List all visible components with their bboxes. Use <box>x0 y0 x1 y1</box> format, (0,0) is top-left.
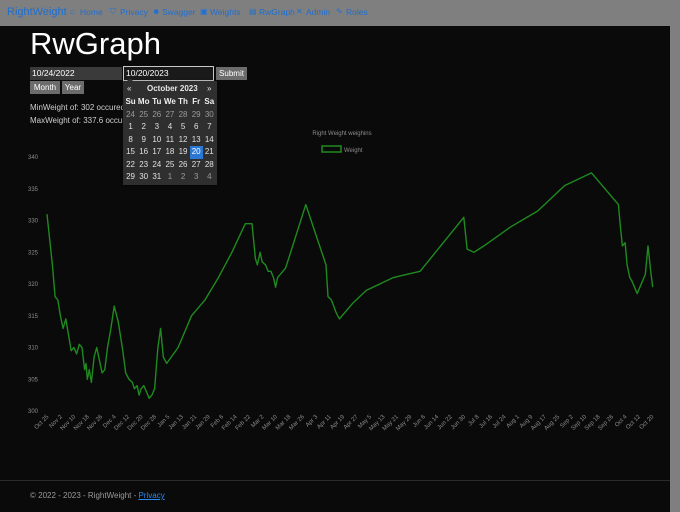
x-tick-label: Aug 25 <box>544 414 562 432</box>
y-tick-label: 315 <box>28 314 39 320</box>
calendar-day[interactable]: 14 <box>203 134 216 147</box>
footer-text: © 2022 - 2023 - RightWeight - <box>30 491 139 500</box>
calendar-day[interactable]: 7 <box>203 121 216 134</box>
day-of-week-label: Mo <box>137 97 150 106</box>
calendar-day[interactable]: 22 <box>124 159 137 172</box>
day-of-week-label: We <box>164 97 176 106</box>
day-of-week-label: Tu <box>152 97 162 106</box>
calendar-day[interactable]: 26 <box>177 159 190 172</box>
y-tick-label: 300 <box>28 409 39 415</box>
x-tick-label: Jun 30 <box>450 414 467 431</box>
calendar-day[interactable]: 18 <box>163 146 176 159</box>
calendar-day[interactable]: 20 <box>189 146 203 159</box>
x-tick-label: Dec 28 <box>140 414 158 432</box>
calendar-day[interactable]: 26 <box>150 109 163 122</box>
legend-swatch <box>321 145 342 153</box>
x-tick-label: Aug 1 <box>506 414 522 430</box>
calendar-day[interactable]: 31 <box>150 171 163 184</box>
calendar-day[interactable]: 11 <box>163 134 176 147</box>
day-of-week-label: Su <box>125 97 136 106</box>
calendar-day[interactable]: 25 <box>163 159 176 172</box>
calendar-day[interactable]: 1 <box>163 171 176 184</box>
calendar-day[interactable]: 28 <box>177 109 190 122</box>
x-tick-label: Feb 22 <box>235 414 253 432</box>
weight-series-line <box>46 172 654 399</box>
calendar-day[interactable]: 27 <box>163 109 176 122</box>
calendar-day[interactable]: 28 <box>203 159 216 172</box>
legend-label: Weight <box>344 148 363 154</box>
x-tick-label: Jul 24 <box>492 414 508 430</box>
day-of-week-label: Fr <box>192 97 201 106</box>
x-tick-label: Sep 26 <box>597 414 615 432</box>
x-tick-label: Mar 26 <box>288 414 306 432</box>
datepicker-popup: « October 2023 » Su Mo Tu We Th Fr Sa 24 25 26 27 2… <box>123 78 217 185</box>
y-tick-label: 340 <box>28 155 39 161</box>
calendar-day[interactable]: 25 <box>137 109 150 122</box>
calendar-day[interactable]: 10 <box>150 134 163 147</box>
calendar-day[interactable]: 21 <box>203 146 216 159</box>
x-tick-label: Nov 26 <box>87 414 105 432</box>
datepicker-month-title[interactable]: October 2023 <box>147 84 198 93</box>
x-tick-label: Jul 16 <box>479 414 495 430</box>
calendar-grid: Su Mo Tu We Th Fr Sa 24 25 26 27 28 29 30 1 2 3 4 5 6 7 8 9 10 1… <box>124 96 216 184</box>
day-of-week-label: Th <box>178 97 188 106</box>
calendar-day[interactable]: 6 <box>190 121 203 134</box>
y-tick-label: 335 <box>28 187 39 193</box>
calendar-day[interactable]: 12 <box>177 134 190 147</box>
calendar-day[interactable]: 29 <box>124 171 137 184</box>
calendar-day[interactable]: 23 <box>137 159 150 172</box>
x-tick-label: Oct 20 <box>639 414 656 431</box>
calendar-day[interactable]: 5 <box>177 121 190 134</box>
calendar-day[interactable]: 2 <box>137 121 150 134</box>
next-month-button[interactable]: » <box>207 84 211 93</box>
calendar-day[interactable]: 15 <box>124 146 137 159</box>
y-tick-label: 305 <box>28 377 39 383</box>
x-tick-label: Oct 25 <box>34 414 51 431</box>
footer-divider <box>0 480 670 481</box>
chart-title: Right Weight weighins <box>312 131 371 137</box>
calendar-day[interactable]: 19 <box>177 146 190 159</box>
footer: © 2022 - 2023 - RightWeight - Privacy <box>30 491 165 500</box>
calendar-day[interactable]: 4 <box>203 171 216 184</box>
calendar-day[interactable]: 8 <box>124 134 137 147</box>
x-tick-label: Apr 27 <box>343 414 360 431</box>
calendar-day[interactable]: 4 <box>163 121 176 134</box>
calendar-day[interactable]: 24 <box>150 159 163 172</box>
calendar-day[interactable]: 1 <box>124 121 137 134</box>
footer-privacy-link[interactable]: Privacy <box>138 491 164 500</box>
calendar-day[interactable]: 24 <box>124 109 137 122</box>
y-tick-label: 330 <box>28 219 39 225</box>
y-tick-label: 320 <box>28 282 39 288</box>
calendar-day[interactable]: 16 <box>137 146 150 159</box>
calendar-day[interactable]: 9 <box>137 134 150 147</box>
calendar-day[interactable]: 13 <box>190 134 203 147</box>
calendar-day[interactable]: 29 <box>190 109 203 122</box>
calendar-day[interactable]: 30 <box>203 109 216 122</box>
calendar-day[interactable]: 17 <box>150 146 163 159</box>
calendar-day[interactable]: 27 <box>190 159 203 172</box>
weight-chart: Right Weight weighins Weight 30030531031… <box>28 131 656 432</box>
calendar-day[interactable]: 30 <box>137 171 150 184</box>
day-of-week-label: Sa <box>204 97 215 106</box>
window-edge <box>670 26 680 512</box>
x-tick-label: Jan 29 <box>195 414 212 431</box>
y-tick-label: 310 <box>28 346 39 352</box>
prev-month-button[interactable]: « <box>127 84 131 93</box>
calendar-day[interactable]: 3 <box>150 121 163 134</box>
calendar-day[interactable]: 2 <box>177 171 190 184</box>
y-tick-label: 325 <box>28 250 39 256</box>
calendar-day[interactable]: 3 <box>190 171 203 184</box>
datepicker-caret <box>127 78 133 81</box>
